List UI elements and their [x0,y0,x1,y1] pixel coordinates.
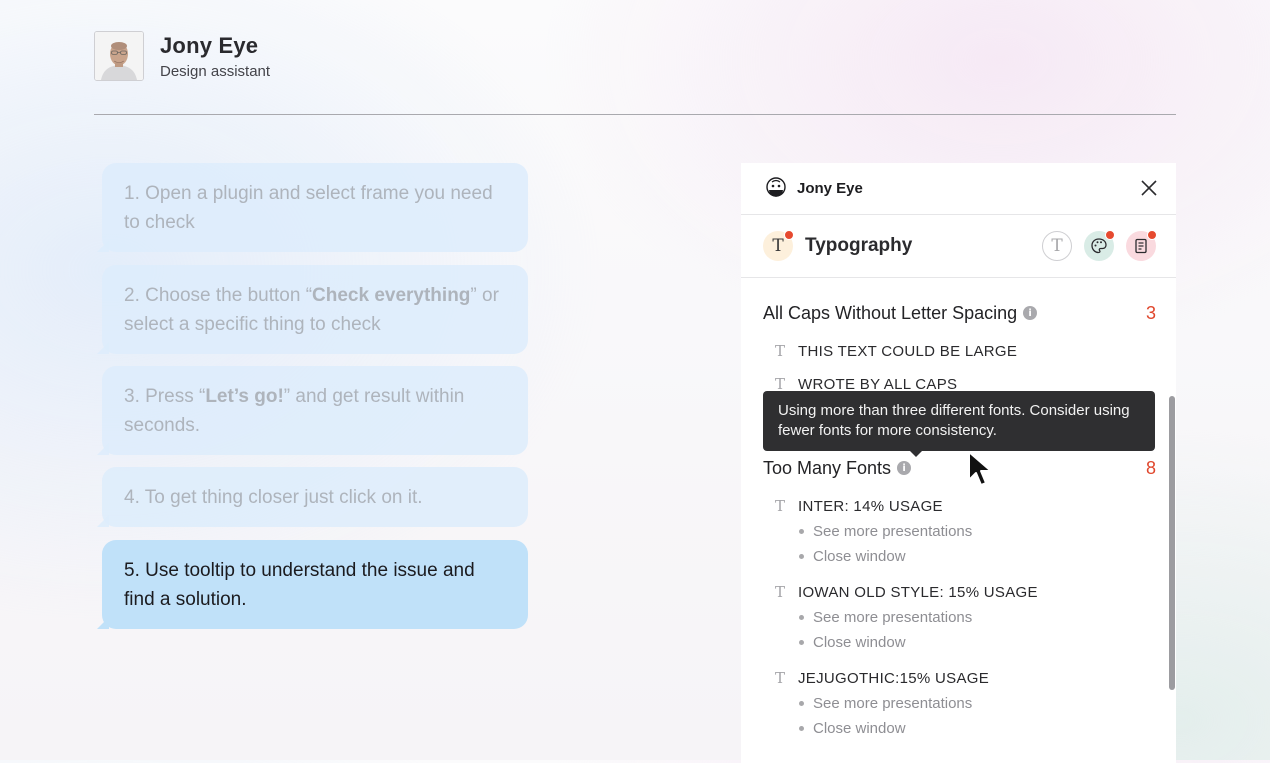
step-3-bubble: 3. Press “Let’s go!” and get result with… [97,366,528,455]
section-all-caps: All Caps Without Letter Spacing i 3 [763,300,1176,326]
item-label: IOWAN OLD STYLE: 15% USAGE [798,583,1038,601]
sub-item-see-more[interactable]: See more presentations [763,519,1176,544]
document-icon[interactable] [1126,230,1157,261]
issues-list: All Caps Without Letter Spacing i 3 T TH… [741,278,1176,741]
document-glyph [1135,238,1147,254]
assistant-name: Jony Eye [160,32,259,58]
avatar [94,31,144,81]
info-icon[interactable]: i [1023,306,1038,320]
step-text: 4. To get thing closer just click on it. [124,487,423,508]
close-icon[interactable] [1140,179,1158,197]
typography-glyph: T [772,236,784,256]
issue-count: 8 [1145,457,1156,478]
panel-title: Jony Eye [797,180,863,197]
sub-item-see-more[interactable]: See more presentations [763,691,1176,716]
scrollbar[interactable] [1169,396,1175,690]
sub-item-close-window[interactable]: Close window [763,544,1176,569]
notification-dot [1105,230,1115,240]
palette-glyph [1091,238,1107,254]
item-label: THIS TEXT COULD BE LARGE [798,342,1018,360]
text-layer-icon: T [775,669,786,687]
header-divider [94,114,1176,115]
header: Jony Eye Design assistant [94,31,270,81]
notification-dot [1147,230,1157,240]
item-label: WROTE BY ALL CAPS [798,375,958,393]
issue-count: 3 [1145,302,1156,323]
face-logo-icon [766,176,786,197]
panel-titlebar: Jony Eye [741,163,1176,215]
cursor-icon [968,451,992,486]
step-text: 2. Choose the button “ [124,285,313,306]
sub-item-close-window[interactable]: Close window [763,630,1176,655]
item-label: INTER: 14% USAGE [798,497,943,515]
section-title: All Caps Without Letter Spacing [763,302,1018,323]
section-title: Too Many Fonts [763,457,892,478]
sub-item-see-more[interactable]: See more presentations [763,605,1176,630]
step-1-bubble: 1. Open a plugin and select frame you ne… [97,163,528,252]
text-layer-icon: T [775,583,786,601]
tab-icon-group: T [1042,230,1157,261]
avatar-portrait [95,32,143,80]
step-text: 3. Press “ [124,386,206,407]
step-5-bubble: 5. Use tooltip to understand the issue a… [97,540,528,629]
step-4-bubble: 4. To get thing closer just click on it. [97,467,528,527]
typography-tab-icon[interactable]: T [1042,231,1072,261]
category-tabs: T Typography T [741,215,1176,278]
palette-icon[interactable] [1084,230,1115,261]
step-text-bold: Check everything [312,285,471,306]
plugin-panel: Jony Eye T Typography T All Caps Without… [741,163,1176,763]
tooltip: Using more than three different fonts. C… [763,391,1155,457]
item-label: JEJUGOTHIC:15% USAGE [798,669,990,687]
list-item[interactable]: T JEJUGOTHIC:15% USAGE [763,665,1176,691]
step-text-bold: Let’s go! [205,386,284,407]
notification-dot [784,230,794,240]
step-2-bubble: 2. Choose the button “Check everything” … [97,265,528,354]
list-item[interactable]: T THIS TEXT COULD BE LARGE [763,338,1176,364]
tab-typography[interactable]: Typography [805,235,912,257]
assistant-role: Design assistant [160,62,271,80]
typography-glyph: T [1051,236,1063,256]
text-layer-icon: T [775,342,786,360]
step-text: 5. Use tooltip to understand the issue a… [124,560,475,610]
info-icon[interactable]: i [897,461,912,475]
text-layer-icon: T [775,497,786,515]
sub-item-close-window[interactable]: Close window [763,716,1176,741]
list-item[interactable]: T INTER: 14% USAGE [763,493,1176,519]
list-item[interactable]: T IOWAN OLD STYLE: 15% USAGE [763,579,1176,605]
typography-icon[interactable]: T [763,230,794,261]
step-text: 1. Open a plugin and select frame you ne… [124,183,493,233]
